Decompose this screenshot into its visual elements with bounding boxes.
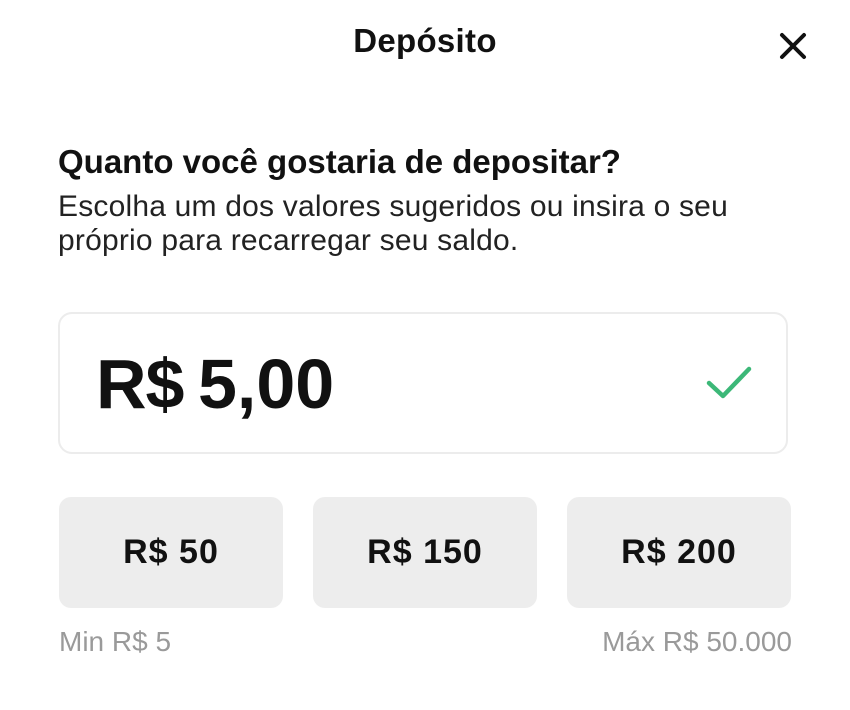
check-icon <box>706 366 752 399</box>
quick-amount-200-button[interactable]: R$ 200 <box>567 497 791 608</box>
close-icon <box>780 33 806 59</box>
close-button[interactable] <box>772 25 814 67</box>
deposit-question: Quanto você gostaria de depositar? <box>58 143 621 180</box>
deposit-description: Escolha um dos valores sugeridos ou insi… <box>58 190 728 257</box>
quick-amount-150-button[interactable]: R$ 150 <box>313 497 537 608</box>
amount-value[interactable]: 5,00 <box>198 344 334 424</box>
max-limit-label: Máx R$ 50.000 <box>602 626 792 657</box>
min-limit-label: Min R$ 5 <box>59 626 172 657</box>
quick-amount-50-button[interactable]: R$ 50 <box>59 497 283 608</box>
header: Depósito <box>0 0 850 90</box>
amount-input[interactable]: R$ 5,00 <box>58 312 788 454</box>
amount-currency: R$ <box>96 345 184 423</box>
page-title: Depósito <box>353 22 497 59</box>
